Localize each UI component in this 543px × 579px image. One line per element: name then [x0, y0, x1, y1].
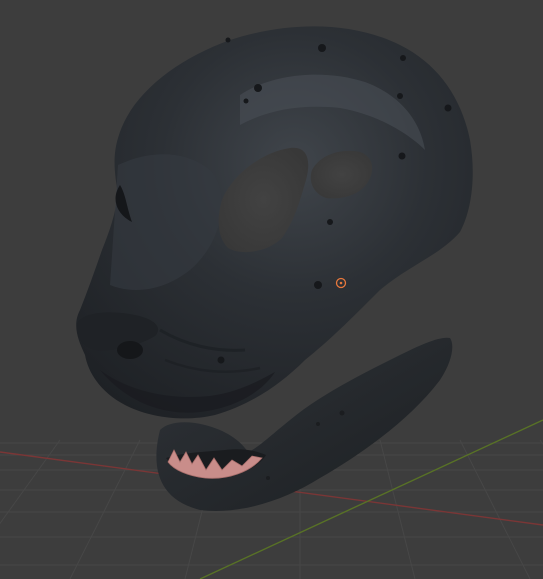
- viewport-canvas[interactable]: [0, 0, 543, 579]
- 3d-viewport[interactable]: perspective: [0, 0, 543, 579]
